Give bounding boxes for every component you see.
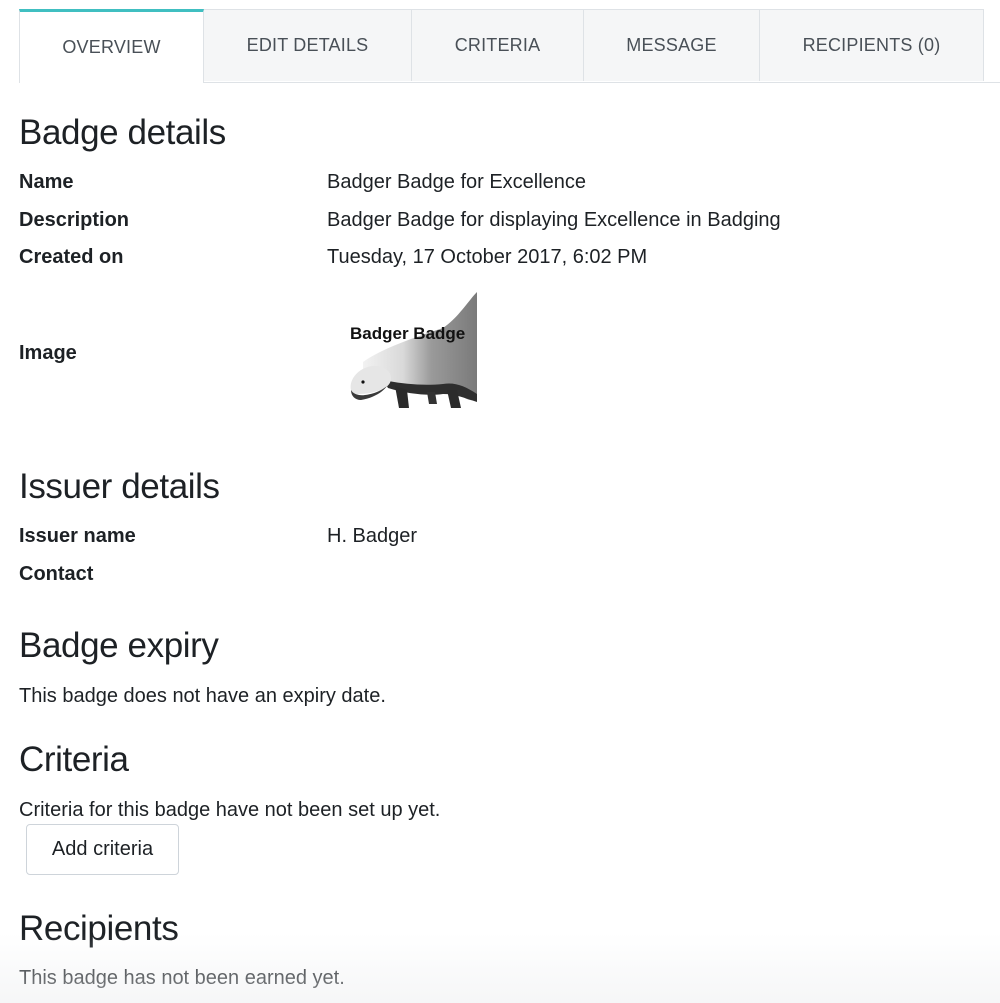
badge-image: Badger Badge: [343, 290, 477, 416]
badge-tabs: OVERVIEW EDIT DETAILS CRITERIA MESSAGE R…: [19, 9, 1000, 83]
name-label: Name: [19, 171, 74, 193]
description-label: Description: [19, 209, 130, 231]
badge-image-caption: Badger Badge: [350, 324, 465, 343]
tab-message[interactable]: MESSAGE: [583, 9, 760, 81]
issuer-details-heading: Issuer details: [19, 467, 220, 506]
expiry-text: This badge does not have an expiry date.: [19, 685, 386, 707]
badge-details-heading: Badge details: [19, 113, 226, 152]
tab-overview[interactable]: OVERVIEW: [19, 9, 204, 83]
created-on-value: Tuesday, 17 October 2017, 6:02 PM: [327, 246, 648, 268]
description-value: Badger Badge for displaying Excellence i…: [327, 209, 781, 231]
image-label: Image: [19, 342, 77, 364]
tab-recipients[interactable]: RECIPIENTS (0): [759, 9, 984, 81]
recipients-heading: Recipients: [19, 909, 179, 948]
tab-criteria[interactable]: CRITERIA: [411, 9, 584, 81]
contact-label: Contact: [19, 563, 94, 585]
badge-expiry-heading: Badge expiry: [19, 626, 219, 665]
issuer-name-value: H. Badger: [327, 525, 418, 547]
issuer-name-label: Issuer name: [19, 525, 136, 547]
name-value: Badger Badge for Excellence: [327, 171, 587, 193]
add-criteria-button[interactable]: Add criteria: [26, 824, 179, 875]
created-on-label: Created on: [19, 246, 124, 268]
recipients-text: This badge has not been earned yet.: [19, 967, 345, 989]
criteria-heading: Criteria: [19, 740, 129, 779]
criteria-text: Criteria for this badge have not been se…: [19, 799, 441, 821]
tab-edit-details[interactable]: EDIT DETAILS: [203, 9, 412, 81]
